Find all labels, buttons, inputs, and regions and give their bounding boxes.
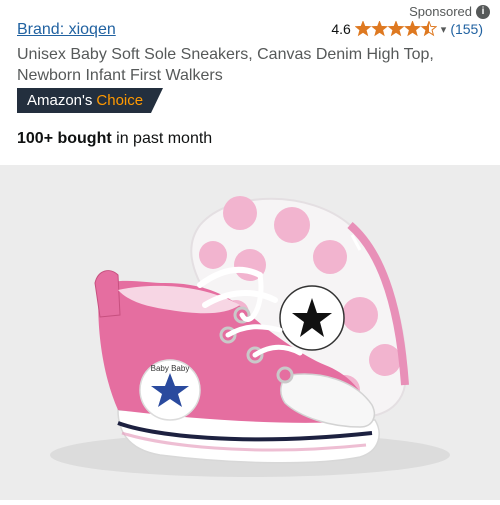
ankle-patch-text: Baby Baby xyxy=(151,364,190,373)
star-icon xyxy=(387,21,405,37)
rating-value: 4.6 xyxy=(331,21,351,37)
chevron-down-icon[interactable]: ▾ xyxy=(441,23,447,36)
star-rating xyxy=(354,21,437,37)
star-icon xyxy=(403,21,421,37)
product-image[interactable]: Baby Baby xyxy=(0,165,500,500)
bought-rest: in past month xyxy=(116,130,213,147)
amazons-choice-badge: Amazon's Choice xyxy=(17,88,164,113)
brand-link[interactable]: Brand: xioqen xyxy=(17,21,116,39)
bought-count: 100+ bought in past month xyxy=(17,130,212,148)
bought-strong: 100+ bought xyxy=(17,130,112,147)
stars-icon xyxy=(354,21,437,37)
star-icon xyxy=(370,21,388,37)
info-icon[interactable]: i xyxy=(476,4,490,19)
baby-sneakers-image: Baby Baby xyxy=(50,196,450,477)
rating-count[interactable]: (155) xyxy=(450,21,483,37)
sponsored-text: Sponsored xyxy=(409,4,472,19)
star-icon xyxy=(354,21,372,37)
product-title[interactable]: Unisex Baby Soft Sole Sneakers, Canvas D… xyxy=(17,44,477,86)
badge-tail xyxy=(151,88,164,113)
sponsored-label[interactable]: Sponsored i xyxy=(409,4,490,19)
rating[interactable]: 4.6 ▾ (155) xyxy=(331,21,483,37)
badge-prefix: Amazon's xyxy=(27,92,93,109)
badge-accent: Choice xyxy=(96,92,144,109)
star-icon xyxy=(420,21,437,37)
